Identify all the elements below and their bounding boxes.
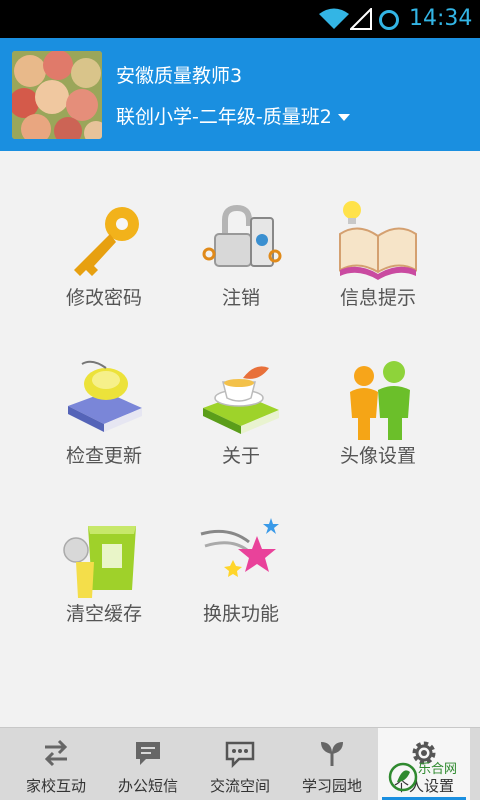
nav-office-sms-label: 办公短信 bbox=[117, 777, 178, 795]
user-name: 安徽质量教师3 bbox=[116, 65, 243, 87]
check-update-label: 检查更新 bbox=[65, 445, 142, 467]
change-password-button[interactable]: 修改密码 bbox=[29, 200, 179, 330]
sprout-icon bbox=[321, 742, 343, 766]
chat-dots-icon bbox=[225, 741, 255, 768]
avatar[interactable] bbox=[12, 51, 102, 139]
notifications-button[interactable]: 信息提示 bbox=[303, 200, 453, 330]
dropdown-arrow-icon bbox=[337, 113, 350, 121]
trash-bin-icon bbox=[63, 526, 136, 598]
check-update-button[interactable]: 检查更新 bbox=[29, 358, 179, 488]
signal-icon bbox=[350, 8, 372, 30]
mouse-book-icon bbox=[68, 360, 142, 432]
message-icon bbox=[136, 742, 160, 765]
clear-cache-label: 清空缓存 bbox=[65, 603, 142, 625]
clear-cache-button[interactable]: 清空缓存 bbox=[29, 516, 179, 646]
sync-icon bbox=[379, 10, 399, 30]
about-button[interactable]: 关于 bbox=[166, 358, 316, 488]
notifications-label: 信息提示 bbox=[339, 287, 416, 309]
nav-study-garden[interactable]: 学习园地 bbox=[286, 728, 378, 800]
nav-exchange-space-label: 交流空间 bbox=[209, 777, 270, 795]
avatar-settings-button[interactable]: 头像设置 bbox=[303, 358, 453, 488]
class-selector[interactable]: 联创小学-二年级-质量班2 bbox=[116, 105, 350, 129]
status-bar: 14:34 bbox=[0, 0, 480, 38]
nav-exchange-space[interactable]: 交流空间 bbox=[194, 728, 286, 800]
people-icon bbox=[350, 361, 410, 440]
class-selector-label: 联创小学-二年级-质量班2 bbox=[116, 106, 332, 128]
logout-button[interactable]: 注销 bbox=[166, 200, 316, 330]
change-password-label: 修改密码 bbox=[65, 287, 142, 309]
watermark-logo-icon bbox=[388, 762, 418, 792]
swap-arrows-icon bbox=[44, 739, 68, 767]
nav-home-school-label: 家校互动 bbox=[25, 777, 86, 795]
watermark-text: 乐合网 bbox=[418, 762, 458, 777]
nav-home-school[interactable]: 家校互动 bbox=[10, 728, 102, 800]
change-skin-label: 换肤功能 bbox=[202, 603, 279, 625]
logout-lock-icon bbox=[202, 204, 282, 267]
key-icon bbox=[74, 207, 139, 276]
tea-book-icon bbox=[203, 366, 279, 434]
profile-header: 安徽质量教师3 联创小学-二年级-质量班2 bbox=[0, 38, 480, 151]
nav-study-garden-label: 学习园地 bbox=[301, 777, 362, 795]
book-bulb-icon bbox=[339, 201, 417, 280]
about-label: 关于 bbox=[221, 445, 260, 467]
avatar-settings-label: 头像设置 bbox=[339, 445, 416, 467]
nav-office-sms[interactable]: 办公短信 bbox=[102, 728, 194, 800]
status-time: 14:34 bbox=[409, 6, 473, 31]
change-skin-button[interactable]: 换肤功能 bbox=[166, 516, 316, 646]
watermark: 乐合网 bbox=[388, 758, 478, 798]
wifi-icon bbox=[319, 8, 349, 29]
logout-label: 注销 bbox=[221, 287, 260, 309]
shooting-stars-icon bbox=[200, 518, 279, 577]
